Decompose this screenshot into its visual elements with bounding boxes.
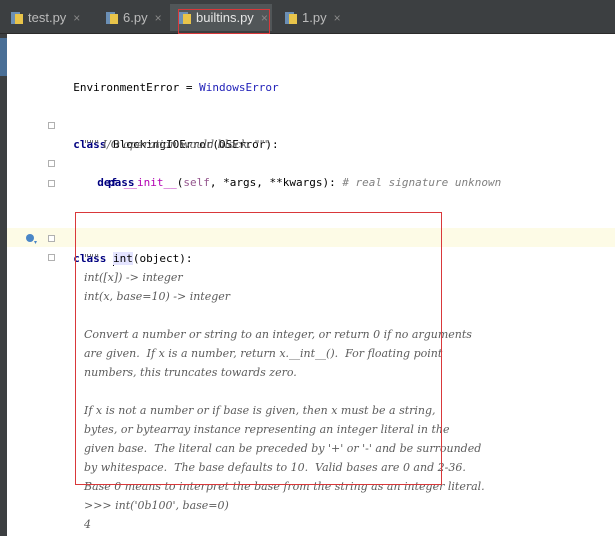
tab-label: test.py xyxy=(28,10,67,25)
fold-marker-icon[interactable] xyxy=(48,254,55,261)
close-icon[interactable]: × xyxy=(334,11,341,25)
docstring-line: are given. If x is a number, return x.__… xyxy=(84,347,443,360)
tab-builtins-py[interactable]: builtins.py × xyxy=(170,4,272,31)
tab-label: 1.py xyxy=(302,10,327,25)
fold-marker-icon[interactable] xyxy=(48,180,55,187)
python-file-icon xyxy=(284,11,298,25)
editor-tab-bar: test.py × 6.py × builtins.py × 1.py × xyxy=(0,0,615,34)
left-tool-strip xyxy=(0,34,7,536)
tab-1-py[interactable]: 1.py × xyxy=(284,4,341,31)
tab-label: builtins.py xyxy=(196,10,254,25)
docstring-line: numbers, this truncates towards zero. xyxy=(84,366,297,379)
code-line[interactable]: def __init__(self, *args, **kwargs): # r… xyxy=(84,154,501,189)
docstring-line: by whitespace. The base defaults to 10. … xyxy=(84,461,466,474)
docstring-line: """ xyxy=(84,252,100,265)
fold-marker-icon[interactable] xyxy=(48,235,55,242)
identifier: EnvironmentError xyxy=(73,81,180,94)
tab-test-py[interactable]: test.py × xyxy=(10,4,80,31)
fold-marker-icon[interactable] xyxy=(48,160,55,167)
python-file-icon xyxy=(178,11,192,25)
docstring-line: """ I/O operation would block. """ xyxy=(84,138,270,151)
close-icon[interactable]: × xyxy=(73,11,80,25)
params: , *args, **kwargs): xyxy=(209,176,343,189)
editor-gutter xyxy=(7,34,53,536)
docstring-line: Base 0 means to interpret the base from … xyxy=(84,480,485,493)
close-icon[interactable]: × xyxy=(261,11,268,25)
operator: = xyxy=(179,81,200,94)
override-marker-icon[interactable] xyxy=(25,231,38,244)
comment: # real signature unknown xyxy=(342,176,502,189)
project-panel-toggle[interactable] xyxy=(0,38,7,76)
docstring-line: int([x]) -> integer xyxy=(84,271,183,284)
docstring-line: int(x, base=10) -> integer xyxy=(84,290,231,303)
class-base: (object): xyxy=(132,252,193,265)
close-icon[interactable]: × xyxy=(155,11,162,25)
code-line[interactable]: class BlockingIOError(OSError): xyxy=(60,116,278,151)
docstring-line: given base. The literal can be preceded … xyxy=(84,442,482,455)
code-line: pass xyxy=(108,176,135,189)
docstring-line: If x is not a number or if base is given… xyxy=(84,404,436,417)
docstring-line: 4 xyxy=(84,518,91,531)
code-line[interactable]: EnvironmentError = WindowsError xyxy=(60,59,278,94)
docstring-line: bytes, or bytearray instance representin… xyxy=(84,423,450,436)
fold-marker-icon[interactable] xyxy=(48,122,55,129)
docstring-line: Convert a number or string to an integer… xyxy=(84,328,472,341)
code-line[interactable]: class int(object): xyxy=(60,230,192,266)
tab-label: 6.py xyxy=(123,10,148,25)
docstring-line: >>> int('0b100', base=0) xyxy=(84,499,229,512)
tab-6-py[interactable]: 6.py × xyxy=(105,4,162,31)
self-param: self xyxy=(183,176,210,189)
identifier-link[interactable]: WindowsError xyxy=(199,81,278,94)
python-file-icon xyxy=(10,11,24,25)
class-name: int xyxy=(113,252,133,265)
python-file-icon xyxy=(105,11,119,25)
